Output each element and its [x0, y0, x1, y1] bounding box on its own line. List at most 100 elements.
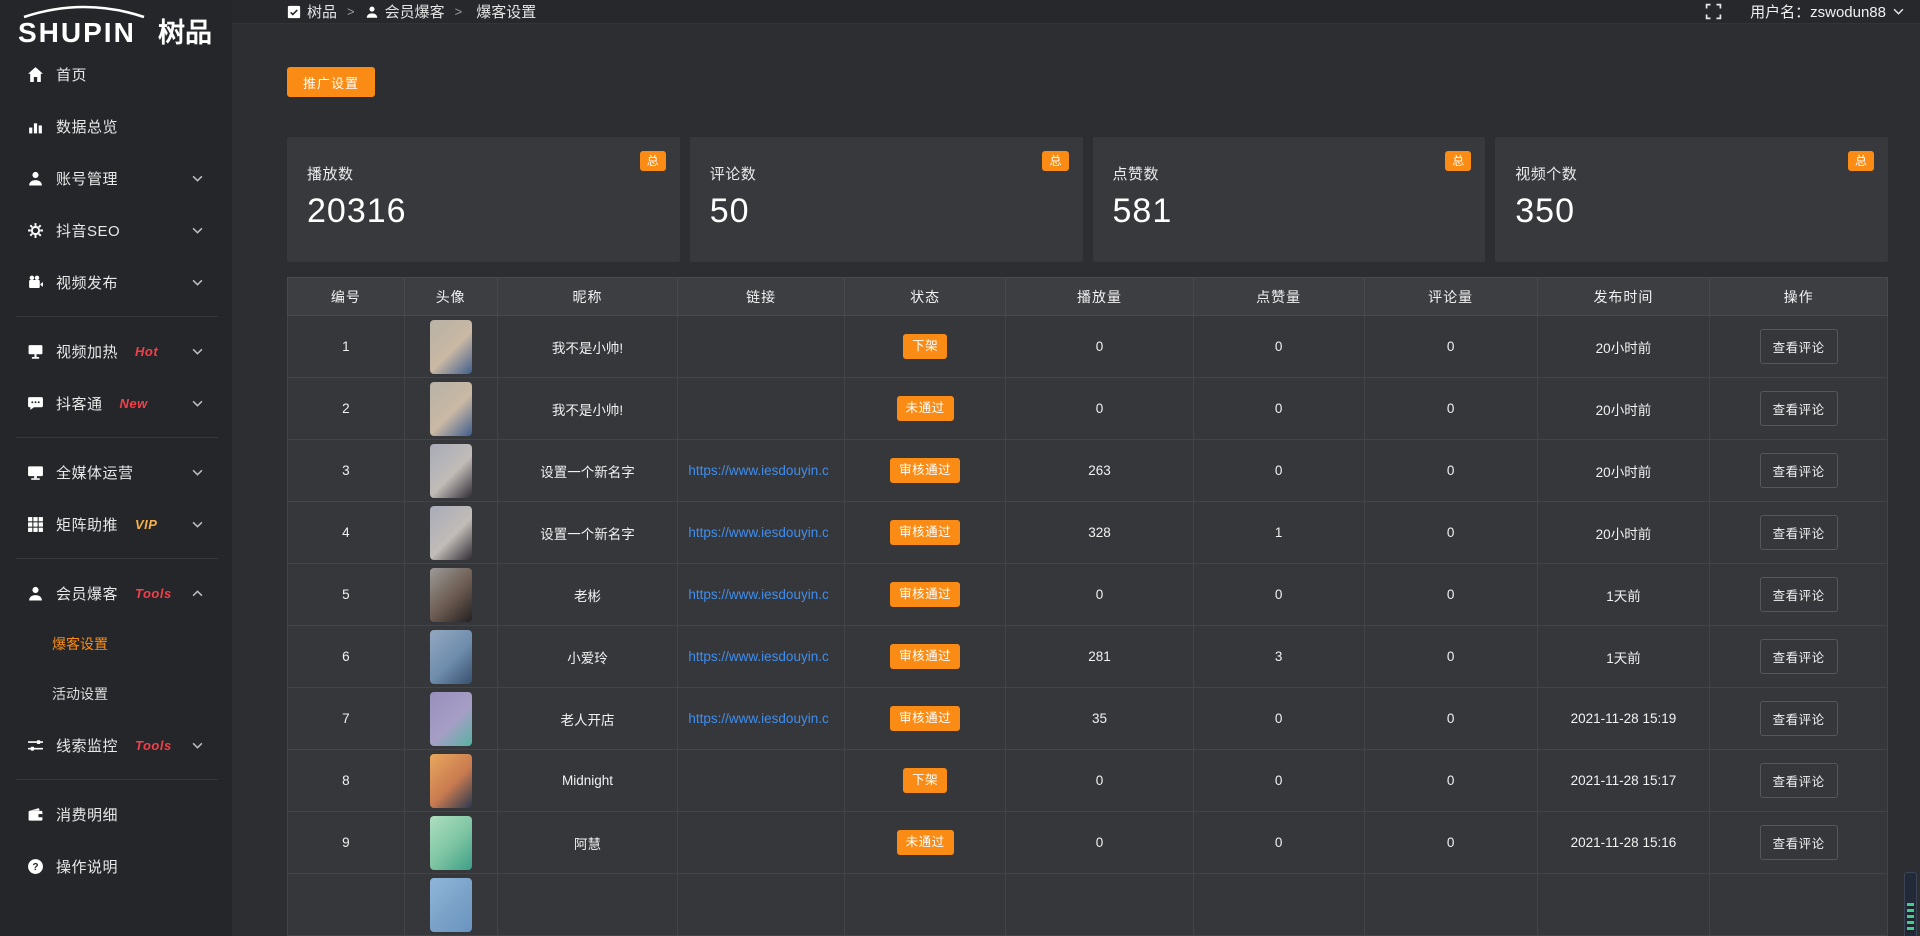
chart-icon [26, 118, 45, 135]
status-badge[interactable]: 未通过 [897, 396, 954, 421]
comments-value: 0 [1447, 649, 1455, 664]
cell-comments [1364, 874, 1537, 936]
user-menu[interactable]: 用户名：zswodun88 [1750, 1, 1904, 22]
view-comments-button[interactable]: 查看评论 [1760, 701, 1838, 736]
video-link[interactable]: https://www.iesdouyin.c [682, 649, 839, 664]
table-row: 7老人开店https://www.iesdouyin.c审核通过35002021… [288, 688, 1888, 750]
status-badge[interactable]: 未通过 [897, 830, 954, 855]
view-comments-button[interactable]: 查看评论 [1760, 577, 1838, 612]
sidebar-item-video-heat[interactable]: 视频加热Hot [0, 325, 232, 377]
status-badge[interactable]: 审核通过 [890, 706, 960, 731]
cell-plays: 281 [1006, 626, 1193, 688]
cell-status: 审核通过 [844, 626, 1006, 688]
table-row: 3设置一个新名字https://www.iesdouyin.c审核通过26300… [288, 440, 1888, 502]
cell-link [678, 812, 844, 874]
cell-likes: 1 [1193, 502, 1364, 564]
sidebar-item-home[interactable]: 首页 [0, 48, 232, 100]
cell-time: 2021-11-28 15:16 [1537, 812, 1710, 874]
cell-nickname: 设置一个新名字 [497, 502, 678, 564]
sidebar-item-douyin-seo[interactable]: 抖音SEO [0, 204, 232, 256]
time-value: 2021-11-28 15:17 [1571, 773, 1677, 788]
cell-avatar [404, 874, 497, 936]
scrollbar-thumb[interactable] [1907, 903, 1914, 933]
cell-plays: 0 [1006, 564, 1193, 626]
avatar [430, 816, 472, 870]
logo[interactable]: SHUPIN 树品 [0, 0, 232, 48]
view-comments-button[interactable]: 查看评论 [1760, 763, 1838, 798]
sidebar-item-media-ops[interactable]: 全媒体运营 [0, 446, 232, 498]
sidebar-item-douketong[interactable]: 抖客通New [0, 377, 232, 429]
sidebar-subitem-0[interactable]: 爆客设置 [0, 619, 232, 669]
view-comments-button[interactable]: 查看评论 [1760, 453, 1838, 488]
column-header-2: 昵称 [497, 278, 678, 316]
cell-time: 20小时前 [1537, 378, 1710, 440]
status-badge[interactable]: 下架 [903, 334, 947, 359]
crumb-user-icon [365, 5, 379, 19]
breadcrumb-separator: > [455, 4, 463, 19]
cell-time: 20小时前 [1537, 316, 1710, 378]
sidebar-item-tag: VIP [135, 517, 157, 532]
sidebar-item-matrix-boost[interactable]: 矩阵助推VIP [0, 498, 232, 550]
status-badge[interactable]: 审核通过 [890, 520, 960, 545]
column-header-6: 点赞量 [1193, 278, 1364, 316]
view-comments-button[interactable]: 查看评论 [1760, 515, 1838, 550]
total-badge: 总 [1042, 151, 1068, 171]
table-row: 4设置一个新名字https://www.iesdouyin.c审核通过32810… [288, 502, 1888, 564]
cell-time: 20小时前 [1537, 502, 1710, 564]
sidebar-subitem-1[interactable]: 活动设置 [0, 669, 232, 719]
avatar [430, 382, 472, 436]
breadcrumb-label: 树品 [307, 1, 337, 22]
sidebar-item-label: 视频发布 [56, 272, 118, 293]
view-comments-button[interactable]: 查看评论 [1760, 639, 1838, 674]
view-comments-button[interactable]: 查看评论 [1760, 391, 1838, 426]
cell-avatar [404, 316, 497, 378]
status-badge[interactable]: 审核通过 [890, 644, 960, 669]
view-comments-button[interactable]: 查看评论 [1760, 329, 1838, 364]
sidebar-item-data-overview[interactable]: 数据总览 [0, 100, 232, 152]
sidebar-item-member-baoke[interactable]: 会员爆客Tools [0, 567, 232, 619]
scrollbar[interactable] [1904, 872, 1917, 936]
time-value: 20小时前 [1596, 465, 1652, 480]
cell-likes: 0 [1193, 440, 1364, 502]
sidebar-item-clue-monitor[interactable]: 线索监控Tools [0, 719, 232, 771]
cell-id: 7 [288, 688, 405, 750]
status-badge[interactable]: 审核通过 [890, 458, 960, 483]
stat-card-value: 581 [1113, 192, 1466, 231]
video-link[interactable]: https://www.iesdouyin.c [682, 711, 839, 726]
view-comments-button[interactable]: 查看评论 [1760, 825, 1838, 860]
stat-cards: 播放数20316总评论数50总点赞数581总视频个数350总 [287, 137, 1888, 262]
cell-time: 2021-11-28 15:17 [1537, 750, 1710, 812]
cell-time: 1天前 [1537, 564, 1710, 626]
stat-card-label: 播放数 [307, 163, 660, 184]
table-row: 2我不是小帅!未通过00020小时前查看评论 [288, 378, 1888, 440]
fullscreen-icon[interactable] [1705, 3, 1722, 20]
sidebar-item-account[interactable]: 账号管理 [0, 152, 232, 204]
stat-card-2: 点赞数581总 [1093, 137, 1486, 262]
video-link[interactable]: https://www.iesdouyin.c [682, 525, 839, 540]
stat-card-0: 播放数20316总 [287, 137, 680, 262]
breadcrumb-item-1[interactable]: 会员爆客 [365, 1, 445, 22]
nickname-label: 我不是小帅! [552, 403, 623, 418]
cell-action [1710, 874, 1888, 936]
cell-link: https://www.iesdouyin.c [678, 564, 844, 626]
stat-card-value: 20316 [307, 192, 660, 231]
column-header-8: 发布时间 [1537, 278, 1710, 316]
video-link[interactable]: https://www.iesdouyin.c [682, 463, 839, 478]
sidebar-item-expense-detail[interactable]: 消费明细 [0, 788, 232, 840]
sidebar-item-label: 操作说明 [56, 856, 118, 877]
sidebar-item-help[interactable]: ?操作说明 [0, 840, 232, 892]
cell-status: 下架 [844, 750, 1006, 812]
likes-value: 0 [1275, 835, 1283, 850]
chevron-down-icon [191, 175, 203, 182]
sidebar-item-video-publish[interactable]: 视频发布 [0, 256, 232, 308]
video-link[interactable]: https://www.iesdouyin.c [682, 587, 839, 602]
row-index: 4 [342, 525, 350, 540]
promo-settings-button[interactable]: 推广设置 [287, 67, 375, 97]
likes-value: 0 [1275, 711, 1283, 726]
status-badge[interactable]: 下架 [903, 768, 947, 793]
chevron-down-icon [191, 348, 203, 355]
status-badge[interactable]: 审核通过 [890, 582, 960, 607]
cell-plays [1006, 874, 1193, 936]
breadcrumb-item-0[interactable]: 树品 [287, 1, 337, 22]
app-root: SHUPIN 树品 首页数据总览账号管理抖音SEO 视频发布视频加热Hot抖客通N… [0, 0, 1920, 936]
